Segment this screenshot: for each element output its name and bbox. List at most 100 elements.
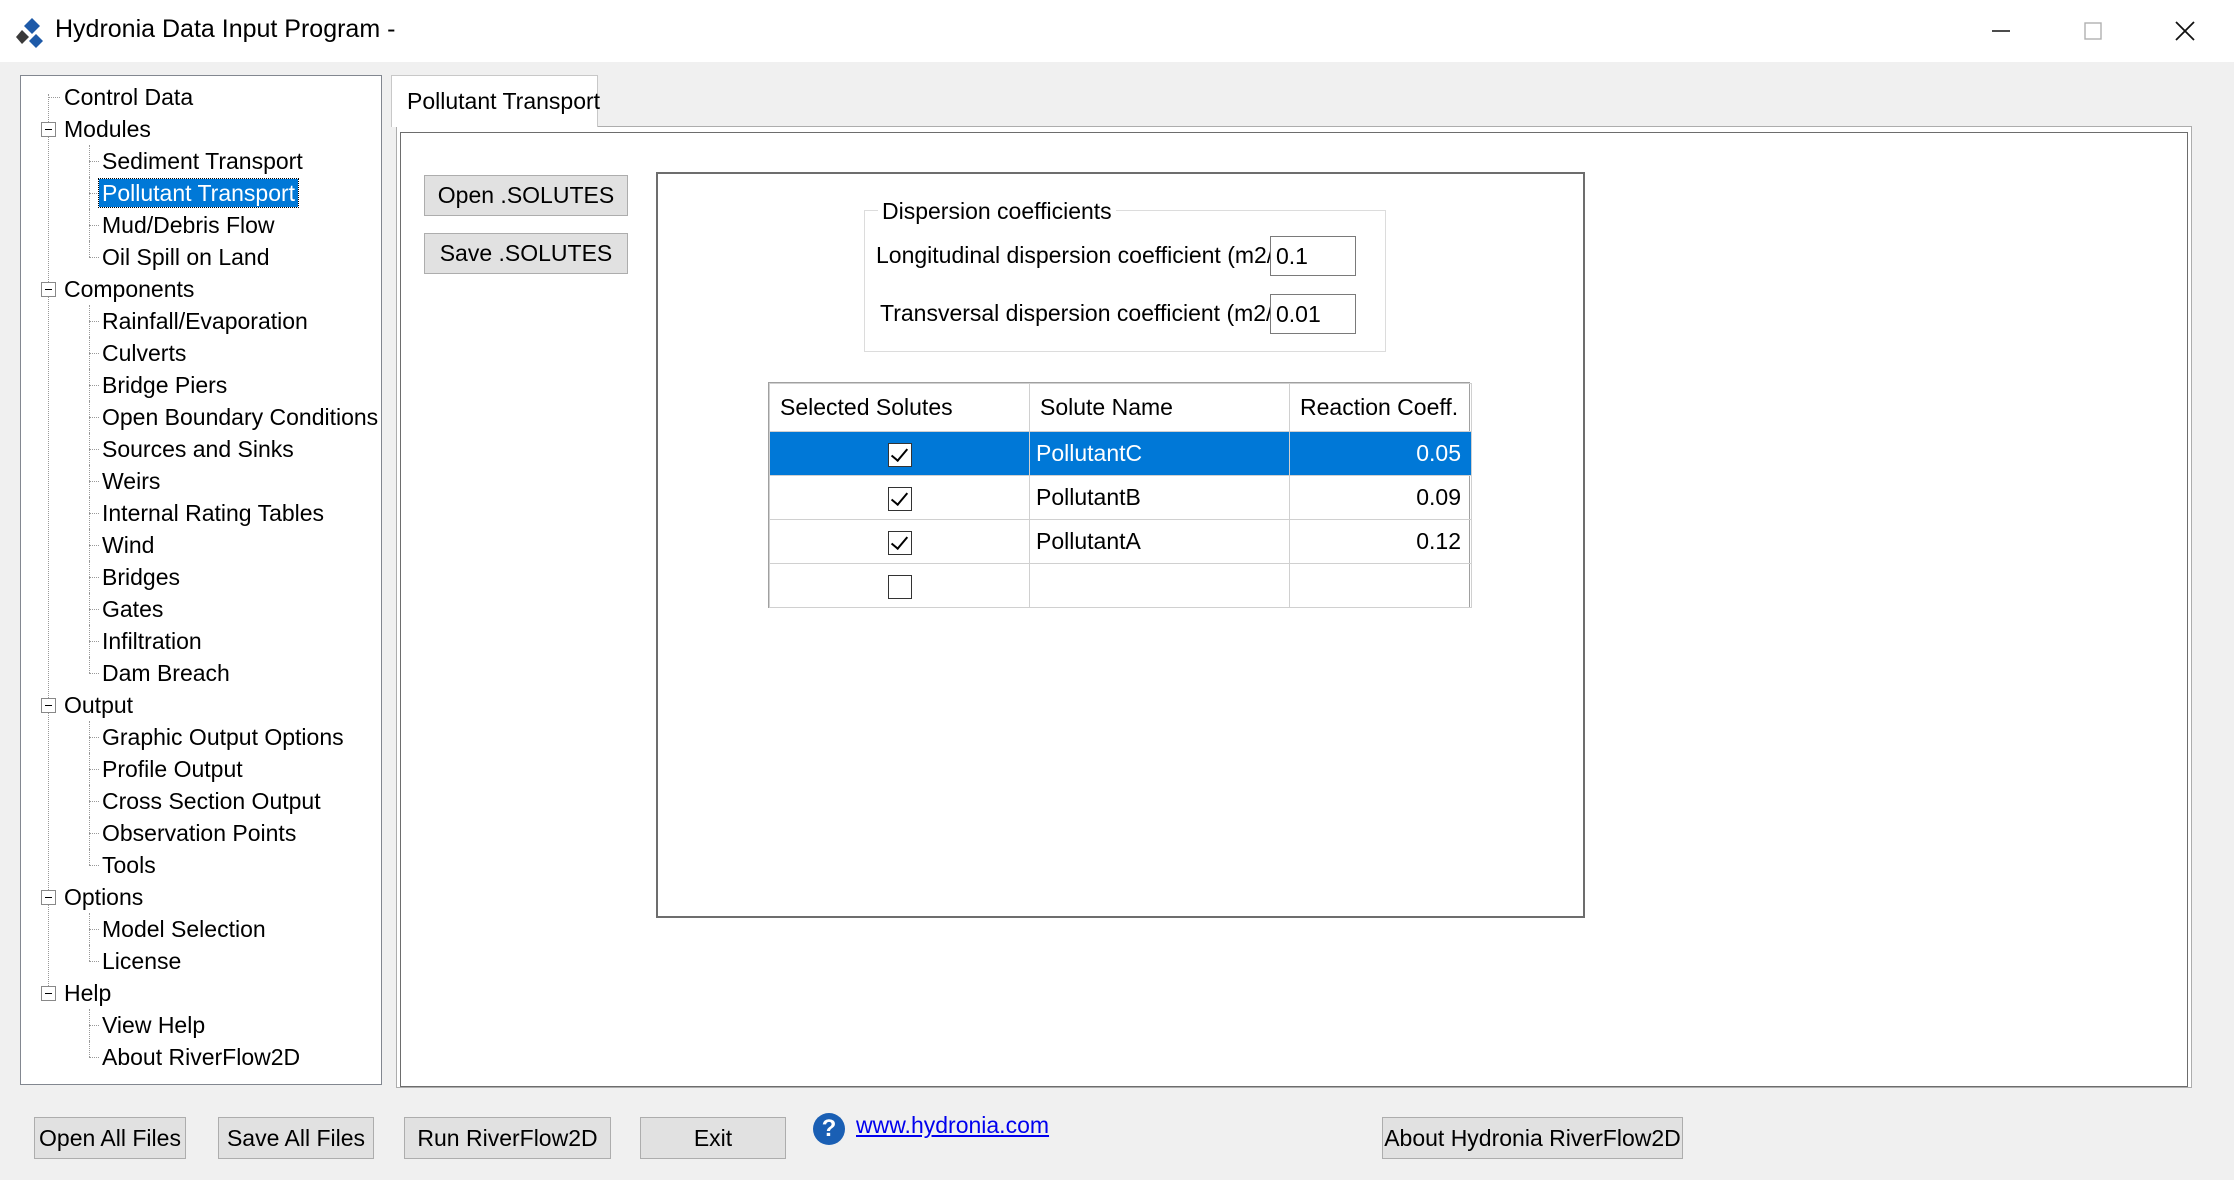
tree-item-view-help[interactable]: View Help bbox=[99, 1009, 208, 1041]
tree-item-control-data[interactable]: Control Data bbox=[61, 81, 196, 113]
tree-item-label: Bridge Piers bbox=[102, 372, 228, 398]
column-header-selected[interactable]: Selected Solutes bbox=[769, 383, 1030, 432]
reaction-coeff-cell[interactable] bbox=[1289, 563, 1472, 608]
help-question-icon[interactable]: ? bbox=[813, 1113, 845, 1145]
solute-checkbox[interactable] bbox=[887, 574, 912, 599]
solute-checkbox[interactable] bbox=[887, 530, 912, 555]
exit-button[interactable]: Exit bbox=[640, 1117, 786, 1159]
tree-item-label: Control Data bbox=[64, 84, 194, 110]
collapse-icon[interactable] bbox=[41, 986, 56, 1001]
tree-item-sediment-transport[interactable]: Sediment Transport bbox=[99, 145, 306, 177]
transversal-label: Transversal dispersion coefficient (m2/s… bbox=[880, 300, 1298, 326]
tree-item-oil-spill-on-land[interactable]: Oil Spill on Land bbox=[99, 241, 273, 273]
tree-item-label: View Help bbox=[102, 1012, 206, 1038]
tree-item-dam-breach[interactable]: Dam Breach bbox=[99, 657, 233, 689]
tree-item-label: Dam Breach bbox=[102, 660, 230, 686]
selected-cell[interactable] bbox=[769, 563, 1030, 608]
tree-item-about-riverflow2d[interactable]: About RiverFlow2D bbox=[99, 1041, 303, 1073]
table-row[interactable]: PollutantA 0.12 bbox=[769, 519, 1472, 564]
tree-item-wind[interactable]: Wind bbox=[99, 529, 157, 561]
title-bar: Hydronia Data Input Program - bbox=[0, 0, 2234, 62]
app-logo-icon bbox=[16, 18, 43, 48]
tree-item-weirs[interactable]: Weirs bbox=[99, 465, 163, 497]
close-icon bbox=[2175, 21, 2195, 41]
tree-item-modules[interactable]: Modules bbox=[41, 113, 154, 145]
tree-item-label: Help bbox=[64, 980, 112, 1006]
transversal-coefficient-input[interactable]: 0.01 bbox=[1270, 294, 1356, 334]
tree-item-culverts[interactable]: Culverts bbox=[99, 337, 189, 369]
tree-item-rainfall-evaporation[interactable]: Rainfall/Evaporation bbox=[99, 305, 311, 337]
solute-checkbox[interactable] bbox=[887, 486, 912, 511]
tree-item-label: Profile Output bbox=[102, 756, 243, 782]
tree-item-internal-rating-tables[interactable]: Internal Rating Tables bbox=[99, 497, 327, 529]
tree-item-cross-section-output[interactable]: Cross Section Output bbox=[99, 785, 324, 817]
tree-item-label: Sources and Sinks bbox=[102, 436, 294, 462]
column-header-name[interactable]: Solute Name bbox=[1029, 383, 1290, 432]
tree-item-help[interactable]: Help bbox=[41, 977, 114, 1009]
save-solutes-button[interactable]: Save .SOLUTES bbox=[424, 233, 628, 274]
solute-name-cell[interactable]: PollutantC bbox=[1029, 431, 1290, 476]
collapse-icon[interactable] bbox=[41, 122, 56, 137]
open-solutes-button[interactable]: Open .SOLUTES bbox=[424, 175, 628, 216]
reaction-coeff-cell[interactable]: 0.09 bbox=[1289, 475, 1472, 520]
table-row[interactable]: PollutantC 0.05 bbox=[769, 431, 1472, 476]
tree-item-label: Internal Rating Tables bbox=[102, 500, 325, 526]
longitudinal-label: Longitudinal dispersion coefficient (m2/… bbox=[876, 242, 1299, 268]
tree-item-observation-points[interactable]: Observation Points bbox=[99, 817, 299, 849]
minimize-button[interactable] bbox=[1955, 0, 2047, 62]
tab-pollutant-transport[interactable]: Pollutant Transport bbox=[391, 75, 600, 127]
collapse-icon[interactable] bbox=[41, 282, 56, 297]
tree-item-license[interactable]: License bbox=[99, 945, 184, 977]
tree-item-infiltration[interactable]: Infiltration bbox=[99, 625, 205, 657]
reaction-coeff-cell[interactable]: 0.12 bbox=[1289, 519, 1472, 564]
close-button[interactable] bbox=[2139, 0, 2231, 62]
tree-item-bridge-piers[interactable]: Bridge Piers bbox=[99, 369, 230, 401]
tree-item-pollutant-transport[interactable]: Pollutant Transport bbox=[97, 177, 300, 209]
longitudinal-coefficient-input[interactable]: 0.1 bbox=[1270, 236, 1356, 276]
run-riverflow2d-button[interactable]: Run RiverFlow2D bbox=[404, 1117, 611, 1159]
selected-cell[interactable] bbox=[769, 475, 1030, 520]
tree-item-profile-output[interactable]: Profile Output bbox=[99, 753, 246, 785]
tree-item-label: Output bbox=[64, 692, 134, 718]
tree-item-sources-and-sinks[interactable]: Sources and Sinks bbox=[99, 433, 297, 465]
solutes-grid[interactable]: Selected Solutes Solute Name Reaction Co… bbox=[768, 382, 1472, 608]
solute-name-cell[interactable]: PollutantA bbox=[1029, 519, 1290, 564]
open-all-files-button[interactable]: Open All Files bbox=[34, 1117, 186, 1159]
solute-name-cell[interactable]: PollutantB bbox=[1029, 475, 1290, 520]
collapse-icon[interactable] bbox=[41, 890, 56, 905]
tree-item-label: Cross Section Output bbox=[102, 788, 321, 814]
column-header-coeff[interactable]: Reaction Coeff. bbox=[1289, 383, 1472, 432]
solute-name-cell[interactable] bbox=[1029, 563, 1290, 608]
tree-item-label: Infiltration bbox=[102, 628, 202, 654]
tree-item-label: Modules bbox=[64, 116, 151, 142]
window-title: Hydronia Data Input Program - bbox=[55, 15, 396, 43]
about-hydronia-button[interactable]: About Hydronia RiverFlow2D bbox=[1382, 1117, 1683, 1159]
save-all-files-button[interactable]: Save All Files bbox=[218, 1117, 374, 1159]
tree-item-options[interactable]: Options bbox=[41, 881, 146, 913]
tree-item-components[interactable]: Components bbox=[41, 273, 197, 305]
tree-item-gates[interactable]: Gates bbox=[99, 593, 166, 625]
tree-item-model-selection[interactable]: Model Selection bbox=[99, 913, 269, 945]
tree-item-output[interactable]: Output bbox=[41, 689, 136, 721]
tree-item-open-boundary-conditions[interactable]: Open Boundary Conditions bbox=[99, 401, 381, 433]
tree-item-label: Options bbox=[64, 884, 144, 910]
tree-item-label: Mud/Debris Flow bbox=[102, 212, 275, 238]
tree-item-bridges[interactable]: Bridges bbox=[99, 561, 183, 593]
tree-item-mud-debris-flow[interactable]: Mud/Debris Flow bbox=[99, 209, 278, 241]
website-link[interactable]: www.hydronia.com bbox=[856, 1112, 1049, 1139]
solute-checkbox[interactable] bbox=[887, 442, 912, 467]
table-row[interactable] bbox=[769, 563, 1472, 608]
tree-item-label: Sediment Transport bbox=[102, 148, 303, 174]
collapse-icon[interactable] bbox=[41, 698, 56, 713]
selected-cell[interactable] bbox=[769, 431, 1030, 476]
reaction-coeff-cell[interactable]: 0.05 bbox=[1289, 431, 1472, 476]
tree-item-tools[interactable]: Tools bbox=[99, 849, 159, 881]
table-row[interactable]: PollutantB 0.09 bbox=[769, 475, 1472, 520]
tree-item-label: Gates bbox=[102, 596, 164, 622]
maximize-button[interactable] bbox=[2047, 0, 2139, 62]
navigation-tree[interactable]: Control Data Modules Sediment Transport Pol… bbox=[20, 75, 382, 1085]
tree-item-graphic-output-options[interactable]: Graphic Output Options bbox=[99, 721, 347, 753]
tree-item-label: Bridges bbox=[102, 564, 180, 590]
tree-item-label: Oil Spill on Land bbox=[102, 244, 270, 270]
selected-cell[interactable] bbox=[769, 519, 1030, 564]
